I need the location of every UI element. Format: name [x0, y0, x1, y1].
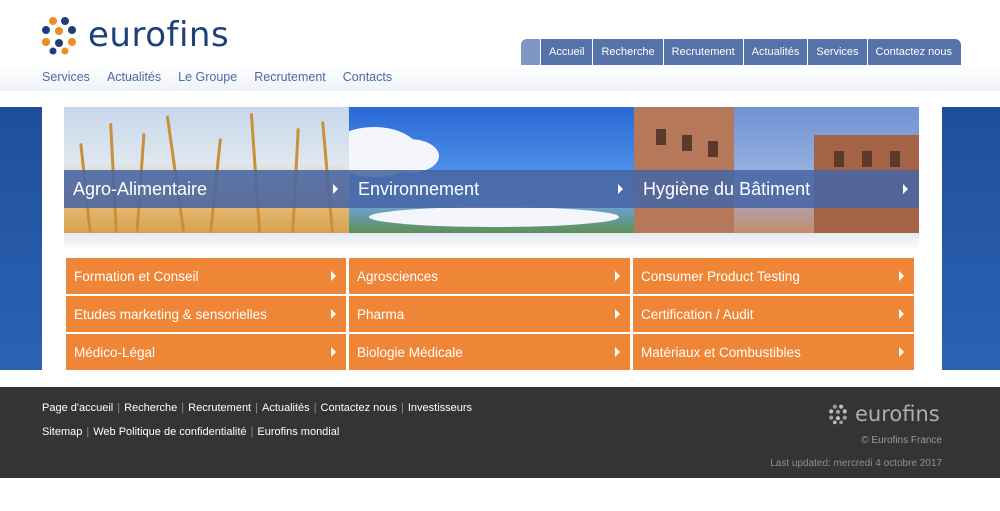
footer-link-page-daccueil[interactable]: Page d'accueil: [42, 402, 113, 414]
sub-nav: Services Actualités Le Groupe Recrutemen…: [42, 70, 392, 84]
building-window: [834, 151, 844, 167]
sub-nav-services[interactable]: Services: [42, 70, 90, 84]
tab-actualites[interactable]: Actualités: [744, 39, 809, 65]
footer-links-primary: Page d'accueil | Recherche | Recrutement | …: [42, 402, 472, 414]
sub-nav-actualites[interactable]: Actualités: [107, 70, 161, 84]
category-medico-legal[interactable]: Médico-Légal: [66, 334, 346, 370]
footer-separator: |: [86, 426, 90, 438]
hero-panel-title: Hygiène du Bâtiment: [643, 178, 811, 199]
building-window: [890, 151, 900, 167]
chevron-right-icon: [331, 347, 336, 357]
logo-wordmark: eurofins: [88, 15, 230, 55]
chevron-right-icon: [899, 271, 904, 281]
category-label: Etudes marketing & sensorielles: [74, 306, 267, 322]
sub-nav-recrutement[interactable]: Recrutement: [254, 70, 326, 84]
footer-link-actualites[interactable]: Actualités: [262, 402, 310, 414]
tab-contactez-nous[interactable]: Contactez nous: [868, 39, 961, 65]
chevron-right-icon: [615, 271, 620, 281]
footer-separator: |: [181, 402, 185, 414]
chevron-right-icon: [333, 184, 338, 194]
category-label: Agrosciences: [357, 268, 439, 284]
sub-nav-contacts[interactable]: Contacts: [343, 70, 392, 84]
chevron-right-icon: [899, 309, 904, 319]
building-window: [708, 141, 718, 157]
category-biologie-medicale[interactable]: Biologie Médicale: [349, 334, 630, 370]
tab-services[interactable]: Services: [808, 39, 868, 65]
hero-panel-hygiene-du-batiment[interactable]: Hygiène du Bâtiment: [634, 107, 919, 233]
category-label: Formation et Conseil: [74, 268, 199, 284]
hero-panel-bar: Environnement: [349, 170, 634, 208]
category-formation-et-conseil[interactable]: Formation et Conseil: [66, 258, 346, 294]
footer-separator: |: [313, 402, 317, 414]
hero-panel-bar: Agro-Alimentaire: [64, 170, 349, 208]
sub-nav-bar: Services Actualités Le Groupe Recrutemen…: [0, 65, 1000, 91]
footer-link-recrutement[interactable]: Recrutement: [188, 402, 251, 414]
footer-links-secondary: Sitemap | Web Politique de confidentialit…: [42, 426, 339, 438]
tab-recherche[interactable]: Recherche: [593, 39, 664, 65]
category-certification-audit[interactable]: Certification / Audit: [633, 296, 914, 332]
category-label: Consumer Product Testing: [641, 268, 800, 284]
chevron-right-icon: [899, 347, 904, 357]
chevron-right-icon: [903, 184, 908, 194]
category-agrosciences[interactable]: Agrosciences: [349, 258, 630, 294]
footer-last-updated: Last updated: mercredi 4 octobre 2017: [770, 458, 942, 469]
category-label: Médico-Légal: [74, 344, 156, 360]
footer-separator: |: [117, 402, 121, 414]
category-materiaux-et-combustibles[interactable]: Matériaux et Combustibles: [633, 334, 914, 370]
side-band-right: [942, 107, 1000, 370]
category-label: Pharma: [357, 306, 405, 322]
chevron-right-icon: [618, 184, 623, 194]
category-label: Matériaux et Combustibles: [641, 344, 801, 360]
cloud: [369, 207, 619, 227]
footer-separator: |: [400, 402, 404, 414]
category-label: Biologie Médicale: [357, 344, 463, 360]
sub-nav-le-groupe[interactable]: Le Groupe: [178, 70, 237, 84]
footer-link-eurofins-mondial[interactable]: Eurofins mondial: [257, 426, 339, 438]
building-window: [682, 135, 692, 151]
footer-link-privacy-policy[interactable]: Web Politique de confidentialité: [93, 426, 246, 438]
building-window: [656, 129, 666, 145]
cloud: [379, 139, 439, 173]
side-band-left: [0, 107, 42, 370]
hero-panels: Agro-Alimentaire Environnement Hygiène d…: [64, 107, 919, 233]
hero-panel-bar: Hygiène du Bâtiment: [634, 170, 919, 208]
footer-logo-wordmark: eurofins: [855, 402, 940, 426]
chevron-right-icon: [615, 309, 620, 319]
footer-separator: |: [255, 402, 258, 414]
chevron-right-icon: [615, 347, 620, 357]
hero-panel-title: Environnement: [358, 178, 480, 199]
hero-panel-environnement[interactable]: Environnement: [349, 107, 634, 233]
site-footer: Page d'accueil | Recherche | Recrutement | …: [0, 387, 1000, 478]
hero-panel-title: Agro-Alimentaire: [73, 178, 208, 199]
footer-logo[interactable]: eurofins: [828, 402, 940, 426]
tab-bar-lead: [521, 39, 541, 65]
footer-link-sitemap[interactable]: Sitemap: [42, 426, 82, 438]
category-consumer-product-testing[interactable]: Consumer Product Testing: [633, 258, 914, 294]
eurofins-logo[interactable]: eurofins: [40, 15, 229, 55]
eurofins-logo-icon: [829, 404, 847, 425]
tab-recrutement[interactable]: Recrutement: [664, 39, 744, 65]
top-tab-bar: Accueil Recherche Recrutement Actualités…: [521, 39, 961, 65]
footer-link-contactez-nous[interactable]: Contactez nous: [321, 402, 397, 414]
building-window: [862, 151, 872, 167]
footer-link-recherche[interactable]: Recherche: [124, 402, 177, 414]
eurofins-logo-icon: [42, 17, 76, 55]
tab-accueil[interactable]: Accueil: [541, 39, 594, 65]
footer-separator: |: [250, 426, 254, 438]
footer-link-investisseurs[interactable]: Investisseurs: [408, 402, 472, 414]
site-header: eurofins Accueil Recherche Recrutement A…: [0, 0, 1000, 100]
category-grid: Formation et Conseil Agrosciences Consum…: [66, 258, 914, 370]
hero-panel-agro-alimentaire[interactable]: Agro-Alimentaire: [64, 107, 349, 233]
hero-shadow: [64, 233, 919, 251]
category-pharma[interactable]: Pharma: [349, 296, 630, 332]
category-etudes-marketing[interactable]: Etudes marketing & sensorielles: [66, 296, 346, 332]
footer-copyright: © Eurofins France: [861, 435, 942, 446]
category-label: Certification / Audit: [641, 306, 754, 322]
chevron-right-icon: [331, 309, 336, 319]
chevron-right-icon: [331, 271, 336, 281]
